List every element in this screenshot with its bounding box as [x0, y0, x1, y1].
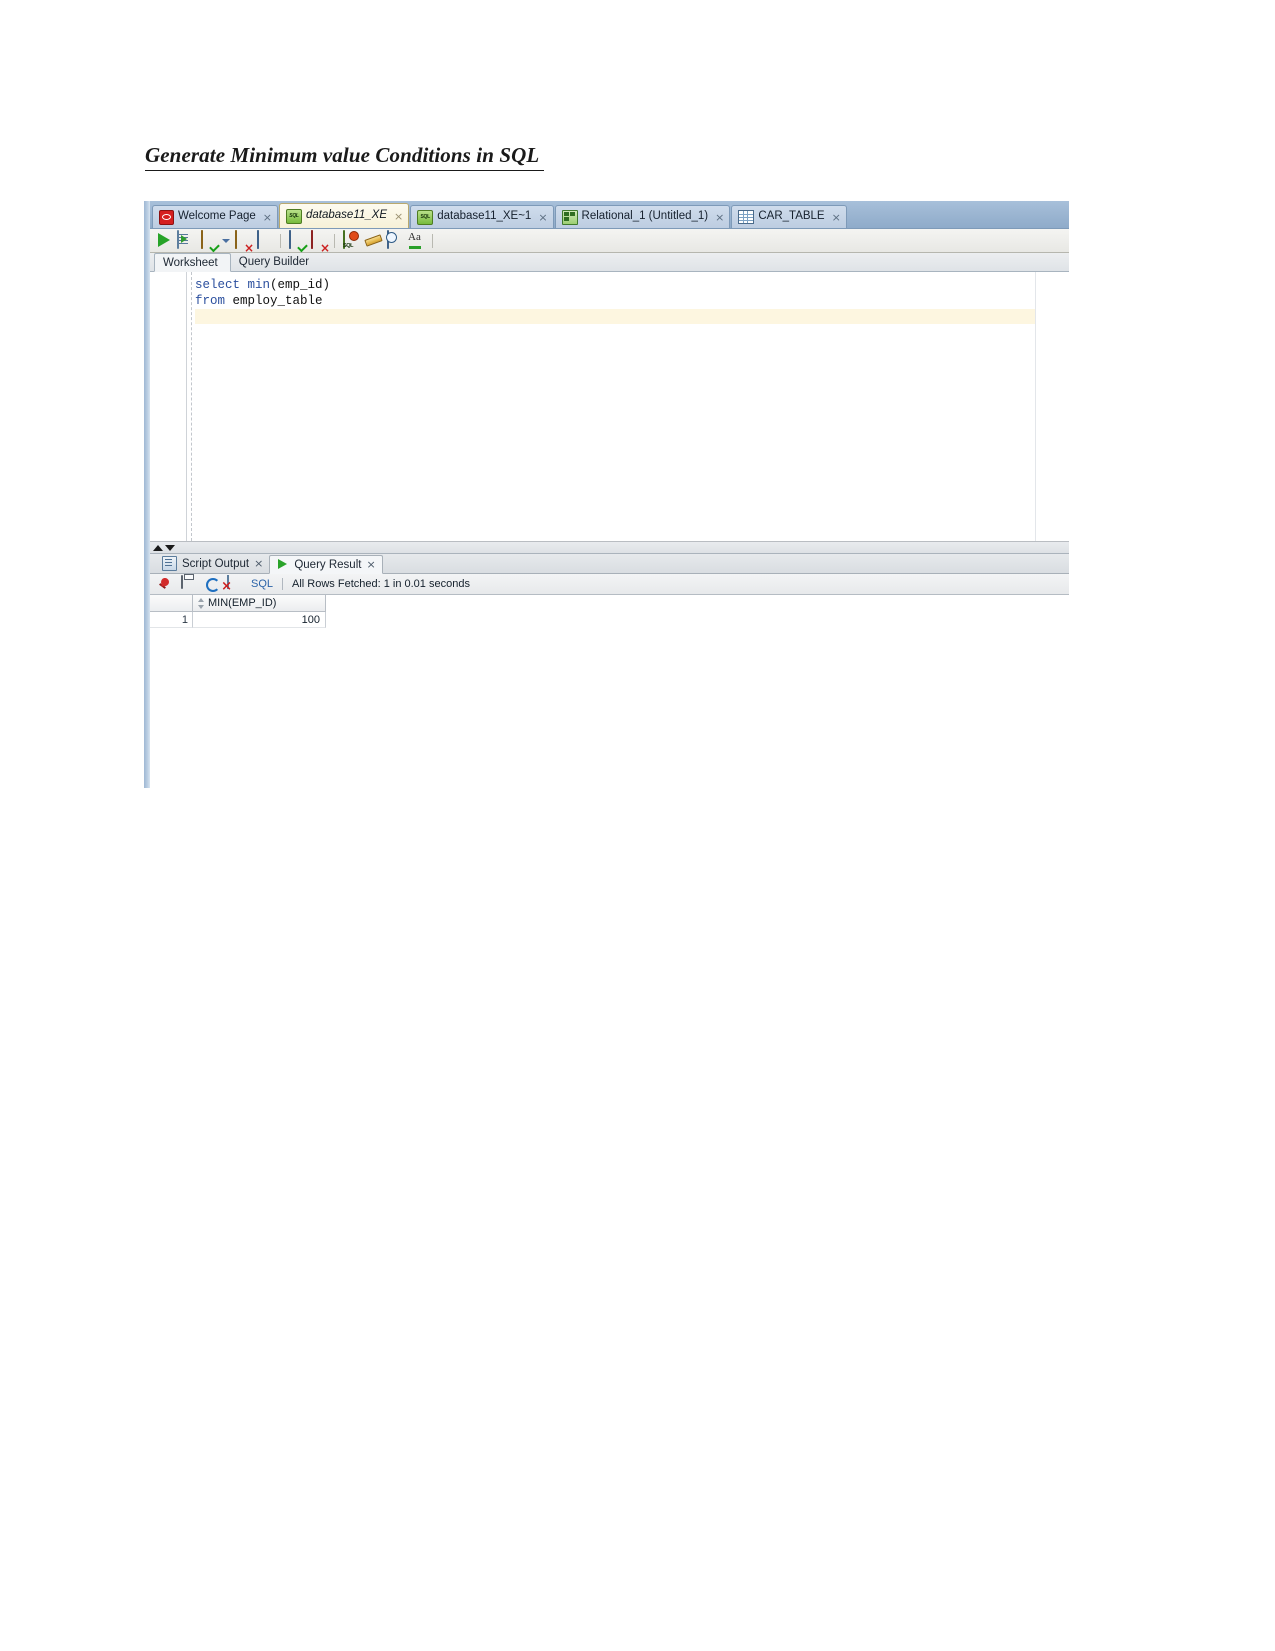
format-sql-button[interactable] — [363, 231, 382, 250]
toolbar-separator — [280, 233, 281, 248]
tab-label: database11_XE — [306, 209, 387, 222]
subtab-label: Worksheet — [163, 256, 218, 269]
cancel-db-icon — [311, 230, 313, 249]
script-output-icon — [162, 556, 177, 571]
commit-check-icon — [289, 230, 291, 249]
data-model-icon — [561, 209, 578, 225]
tab-worksheet[interactable]: Worksheet — [154, 253, 231, 272]
code-fold-guide — [191, 272, 192, 541]
sql-editor[interactable]: select min(emp_id) from employ_table — [150, 272, 1069, 542]
chevron-down-icon[interactable] — [221, 231, 230, 250]
sql-link[interactable]: SQL — [250, 578, 273, 590]
collapse-down-icon[interactable] — [165, 544, 175, 551]
autotrace-button[interactable] — [287, 230, 306, 250]
explain-plan-button[interactable] — [255, 230, 274, 250]
close-icon[interactable]: × — [715, 212, 724, 223]
commit-button[interactable] — [199, 230, 218, 250]
toolbar-separator — [334, 233, 335, 248]
grid-column-label: MIN(EMP_ID) — [208, 597, 277, 609]
green-play-icon — [276, 558, 289, 571]
grid-column-header-min-emp-id[interactable]: MIN(EMP_ID) — [193, 595, 326, 612]
tab-query-result[interactable]: Query Result × — [269, 555, 383, 574]
run-statement-button[interactable] — [155, 231, 174, 250]
tab-welcome-page[interactable]: Welcome Page × — [152, 205, 278, 228]
close-icon[interactable]: × — [538, 212, 547, 223]
query-result-grid[interactable]: MIN(EMP_ID) 1 100 — [150, 595, 1069, 788]
tab-label: Relational_1 (Untitled_1) — [581, 210, 709, 223]
toolbar-separator — [282, 578, 284, 590]
collapse-up-icon[interactable] — [153, 544, 163, 551]
editor-tab-strip: Welcome Page × database11_XE × database1… — [150, 201, 1069, 229]
worksheet-subtab-strip: Worksheet Query Builder — [150, 253, 1069, 272]
editor-gutter — [150, 272, 187, 541]
refresh-button[interactable] — [204, 576, 220, 592]
tab-label: database11_XE~1 — [437, 210, 532, 223]
print-icon — [181, 575, 183, 589]
sql-developer-window: Welcome Page × database11_XE × database1… — [144, 201, 1069, 788]
rollback-button[interactable] — [233, 230, 252, 250]
sql-badge-icon — [343, 230, 345, 249]
sql-line2-rest: employ_table — [225, 294, 323, 308]
db-connection-icon — [286, 208, 302, 224]
current-line-highlight — [195, 309, 1069, 324]
page-title: Generate Minimum value Conditions in SQL — [145, 143, 544, 171]
panel-splitter[interactable] — [150, 542, 1069, 554]
grid-cell-min-emp-id[interactable]: 100 — [193, 612, 326, 628]
results-tab-label: Script Output — [182, 557, 250, 570]
recent-statements-button[interactable] — [385, 230, 404, 250]
tab-query-builder[interactable]: Query Builder — [231, 253, 321, 271]
run-script-button[interactable] — [177, 230, 196, 250]
clock-icon — [387, 230, 389, 249]
clear-worksheet-button[interactable] — [309, 230, 328, 250]
fetch-status-text: All Rows Fetched: 1 in 0.01 seconds — [292, 578, 470, 590]
toolbar-separator — [432, 233, 433, 248]
table-grid-icon — [738, 210, 755, 224]
db-connection-icon — [417, 209, 434, 225]
sort-indicator-icon[interactable] — [198, 597, 205, 609]
explain-plan-icon — [257, 230, 259, 249]
tab-database11-xe-1[interactable]: database11_XE~1 × — [410, 205, 554, 228]
worksheet-toolbar — [150, 229, 1069, 253]
close-icon[interactable]: × — [366, 558, 375, 571]
toggle-case-button[interactable] — [407, 231, 426, 250]
tab-script-output[interactable]: Script Output × — [156, 554, 269, 573]
grid-header-row: MIN(EMP_ID) — [150, 595, 326, 612]
oracle-icon — [159, 209, 174, 225]
sql-keyword-from: from — [195, 294, 226, 308]
grid-corner-cell — [150, 595, 193, 612]
run-script-icon — [177, 230, 179, 249]
results-toolbar: SQL All Rows Fetched: 1 in 0.01 seconds — [150, 574, 1069, 595]
cancel-button[interactable] — [227, 575, 243, 592]
sql-history-button[interactable] — [341, 230, 360, 250]
commit-icon — [201, 230, 203, 249]
editor-scrollbar[interactable] — [1035, 272, 1069, 541]
close-icon[interactable]: × — [832, 212, 841, 223]
pin-button[interactable] — [158, 576, 174, 592]
tab-label: CAR_TABLE — [758, 210, 825, 223]
tab-car-table[interactable]: CAR_TABLE × — [731, 205, 847, 228]
table-row[interactable]: 1 100 — [150, 612, 326, 628]
rollback-icon — [235, 230, 237, 249]
tab-database11-xe[interactable]: database11_XE × — [279, 203, 410, 228]
close-icon[interactable]: × — [263, 212, 272, 223]
print-button[interactable] — [181, 575, 197, 592]
sql-line1-rest: (emp_id) — [270, 278, 331, 292]
row-number-cell: 1 — [150, 612, 193, 628]
results-panel: Script Output × Query Result × SQL All R… — [150, 554, 1069, 788]
cancel-icon — [227, 575, 229, 589]
subtab-label: Query Builder — [238, 256, 310, 268]
sql-code-text[interactable]: select min(emp_id) from employ_table — [195, 277, 1035, 309]
sql-keyword-select: select — [195, 278, 241, 292]
sql-function-min: min — [240, 278, 271, 292]
close-icon[interactable]: × — [394, 211, 403, 222]
tab-relational-1[interactable]: Relational_1 (Untitled_1) × — [554, 205, 731, 228]
results-tab-label: Query Result — [294, 558, 362, 571]
close-icon[interactable]: × — [254, 557, 263, 570]
tab-label: Welcome Page — [178, 210, 256, 223]
results-tab-strip: Script Output × Query Result × — [150, 554, 1069, 574]
